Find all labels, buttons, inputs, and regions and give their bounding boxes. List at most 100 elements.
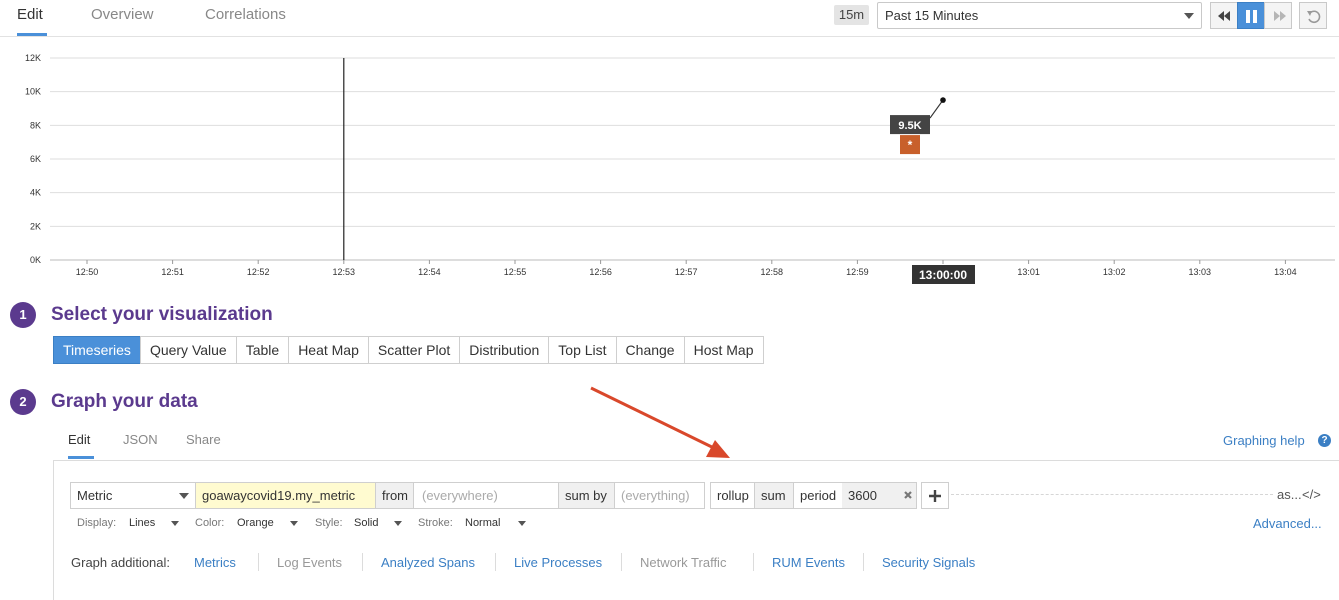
x-tick-label: 12:50 bbox=[76, 267, 99, 277]
chevron-down-icon bbox=[290, 521, 298, 526]
graph-additional-log-events[interactable]: Log Events bbox=[277, 555, 342, 570]
tab-overview[interactable]: Overview bbox=[91, 0, 154, 36]
period-value: 3600 bbox=[848, 488, 877, 503]
graph-additional-analyzed-spans[interactable]: Analyzed Spans bbox=[381, 555, 475, 570]
query-type-value: Metric bbox=[77, 488, 113, 503]
period-label: period bbox=[793, 482, 843, 509]
divider bbox=[951, 494, 1273, 495]
viz-tab-distribution[interactable]: Distribution bbox=[459, 336, 550, 364]
chevron-down-icon bbox=[518, 521, 526, 526]
editor-tab-edit[interactable]: Edit bbox=[68, 432, 94, 459]
x-tick-label: 12:53 bbox=[333, 267, 356, 277]
graph-additional-network-traffic[interactable]: Network Traffic bbox=[640, 555, 726, 570]
viz-tab-query-value[interactable]: Query Value bbox=[139, 336, 237, 364]
top-bar: Edit Overview Correlations 15m Past 15 M… bbox=[0, 0, 1339, 37]
y-tick-label: 4K bbox=[30, 188, 41, 198]
divider bbox=[863, 553, 864, 571]
time-range-value: Past 15 Minutes bbox=[885, 8, 979, 23]
stroke-select[interactable]: Normal bbox=[465, 517, 500, 529]
tooltip-leader bbox=[929, 99, 944, 119]
tooltip-value: 9.5K bbox=[898, 120, 921, 132]
step-2-badge: 2 bbox=[10, 389, 36, 415]
from-label: from bbox=[375, 482, 414, 509]
x-tick-label: 12:52 bbox=[247, 267, 270, 277]
time-range-select[interactable]: Past 15 Minutes bbox=[877, 2, 1202, 29]
viz-tab-scatter-plot[interactable]: Scatter Plot bbox=[367, 336, 461, 364]
chevron-down-icon bbox=[394, 521, 402, 526]
tab-correlations[interactable]: Correlations bbox=[205, 0, 286, 36]
graph-additional-live-processes[interactable]: Live Processes bbox=[514, 555, 602, 570]
chevron-down-icon bbox=[179, 493, 189, 499]
section-title-graph-data: Graph your data bbox=[51, 391, 198, 412]
rollup-function-select[interactable]: sum bbox=[754, 482, 794, 509]
pause-button[interactable] bbox=[1237, 2, 1265, 29]
editor-tab-json[interactable]: JSON bbox=[123, 432, 158, 459]
remove-rollup-icon[interactable] bbox=[903, 490, 913, 500]
viz-tab-heat-map[interactable]: Heat Map bbox=[288, 336, 369, 364]
x-tick-label: 12:59 bbox=[846, 267, 869, 277]
x-tick-label: 12:58 bbox=[761, 267, 784, 277]
x-highlight-label: 13:00:00 bbox=[919, 268, 967, 282]
chevron-down-icon bbox=[171, 521, 179, 526]
display-select[interactable]: Lines bbox=[129, 517, 155, 529]
rewind-icon bbox=[1218, 11, 1230, 21]
x-tick-label: 12:57 bbox=[675, 267, 698, 277]
plus-icon bbox=[929, 490, 941, 502]
color-select[interactable]: Orange bbox=[237, 517, 274, 529]
sum-by-input[interactable]: (everything) bbox=[614, 482, 705, 509]
graph-additional-metrics[interactable]: Metrics bbox=[194, 555, 236, 570]
query-type-select[interactable]: Metric bbox=[70, 482, 196, 509]
chevron-down-icon bbox=[1184, 13, 1194, 19]
query-editor-panel bbox=[53, 460, 1339, 600]
pause-icon bbox=[1246, 10, 1257, 23]
x-tick-label: 13:02 bbox=[1103, 267, 1126, 277]
y-tick-label: 0K bbox=[30, 255, 41, 265]
code-icon[interactable]: </> bbox=[1300, 482, 1324, 509]
tab-edit[interactable]: Edit bbox=[17, 0, 47, 36]
viz-tab-top-list[interactable]: Top List bbox=[548, 336, 617, 364]
y-tick-label: 2K bbox=[30, 221, 41, 231]
fast-forward-button[interactable] bbox=[1264, 2, 1292, 29]
add-function-button[interactable] bbox=[921, 482, 949, 509]
timeseries-chart[interactable]: 0K 2K 4K 6K 8K 10K 12K 12:50 12:51 12:52 12:53 12:5… bbox=[0, 40, 1339, 290]
annotation-arrow bbox=[590, 386, 730, 458]
metric-input[interactable]: goawaycovid19.my_metric bbox=[195, 482, 376, 509]
from-input[interactable]: (everywhere) bbox=[413, 482, 559, 509]
viz-tab-host-map[interactable]: Host Map bbox=[683, 336, 764, 364]
divider bbox=[258, 553, 259, 571]
stroke-label: Stroke: bbox=[418, 517, 453, 529]
data-point bbox=[940, 97, 946, 103]
x-tick-label: 12:51 bbox=[161, 267, 184, 277]
viz-tab-timeseries[interactable]: Timeseries bbox=[53, 336, 141, 364]
style-select[interactable]: Solid bbox=[354, 517, 378, 529]
divider bbox=[621, 553, 622, 571]
x-tick-label: 13:04 bbox=[1274, 267, 1297, 277]
time-range-badge: 15m bbox=[834, 5, 869, 25]
divider bbox=[753, 553, 754, 571]
color-label: Color: bbox=[195, 517, 225, 529]
x-tick-label: 12:55 bbox=[504, 267, 527, 277]
viz-tab-table[interactable]: Table bbox=[235, 336, 290, 364]
viz-tab-change[interactable]: Change bbox=[615, 336, 685, 364]
x-tick-label: 12:56 bbox=[589, 267, 612, 277]
divider bbox=[362, 553, 363, 571]
alias-as-link[interactable]: as... bbox=[1271, 482, 1303, 509]
graph-additional-label: Graph additional: bbox=[71, 555, 171, 570]
graph-additional-rum-events[interactable]: RUM Events bbox=[772, 555, 845, 570]
y-tick-label: 10K bbox=[25, 87, 41, 97]
x-tick-label: 13:03 bbox=[1189, 267, 1212, 277]
section-title-visualization: Select your visualization bbox=[51, 304, 273, 325]
divider bbox=[495, 553, 496, 571]
graph-additional-security-signals[interactable]: Security Signals bbox=[882, 555, 975, 570]
visualization-selector: Timeseries Query Value Table Heat Map Scatte… bbox=[53, 336, 764, 364]
y-tick-label: 12K bbox=[25, 53, 41, 63]
help-icon[interactable]: ? bbox=[1318, 434, 1331, 447]
advanced-link[interactable]: Advanced... bbox=[1253, 516, 1322, 531]
sum-by-label: sum by bbox=[558, 482, 615, 509]
rewind-button[interactable] bbox=[1210, 2, 1238, 29]
display-label: Display: bbox=[77, 517, 117, 529]
style-label: Style: bbox=[315, 517, 343, 529]
editor-tab-share[interactable]: Share bbox=[186, 432, 221, 459]
reset-button[interactable] bbox=[1299, 2, 1327, 29]
graphing-help-link[interactable]: Graphing help bbox=[1223, 433, 1305, 448]
